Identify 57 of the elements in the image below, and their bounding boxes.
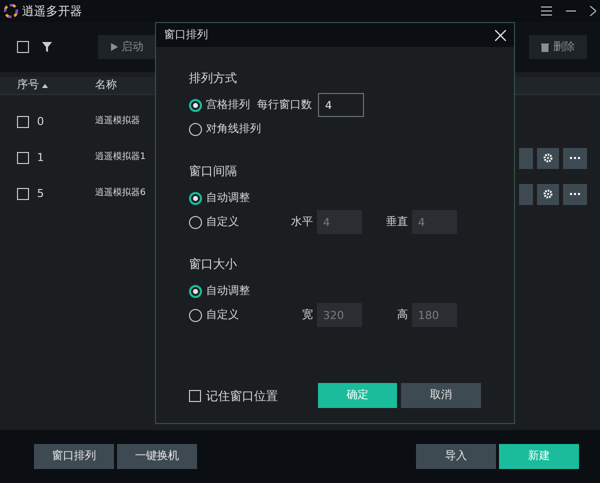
- radio-label[interactable]: 对角线排列: [206, 120, 261, 138]
- radio-label[interactable]: 自动调整: [206, 282, 250, 300]
- table-cell-text: 0: [37, 114, 45, 130]
- select-all-checkbox[interactable]: [17, 41, 29, 53]
- field-label: 宽: [302, 306, 313, 323]
- field-label: 高: [397, 306, 408, 323]
- table-cell-text: 逍遥模拟器6: [95, 187, 146, 200]
- radio-button[interactable]: [189, 122, 202, 136]
- settings-icon: [543, 153, 553, 163]
- table-cell-text: 逍遥模拟器1: [95, 151, 146, 164]
- table-cell-text: 逍遥模拟器: [95, 115, 140, 128]
- field-label: 每行窗口数: [257, 96, 312, 113]
- radio-button[interactable]: [189, 98, 202, 112]
- start-button[interactable]: 启动: [98, 35, 156, 59]
- radio-button[interactable]: [189, 192, 202, 204]
- radio-button[interactable]: [189, 284, 202, 298]
- field-label: 垂直: [386, 214, 408, 230]
- per-row-field[interactable]: 4: [318, 93, 364, 117]
- settings-icon: [543, 189, 553, 199]
- table-cell-text: 5: [37, 186, 45, 202]
- section-title: 窗口大小: [189, 256, 238, 273]
- column-header[interactable]: 序号: [17, 77, 95, 94]
- minimize-icon[interactable]: [566, 10, 576, 12]
- checkbox-label[interactable]: 记住窗口位置: [206, 386, 278, 404]
- remember-checkbox[interactable]: [189, 390, 201, 402]
- settings-button[interactable]: [537, 184, 559, 204]
- footer-button[interactable]: 一键换机: [117, 444, 197, 469]
- section-title: 排列方式: [189, 70, 238, 87]
- trash-icon: [541, 42, 549, 52]
- menu-icon[interactable]: [541, 6, 552, 16]
- radio-label[interactable]: 自动调整: [206, 190, 250, 206]
- column-header[interactable]: 名称: [95, 77, 117, 94]
- settings-button[interactable]: [537, 148, 559, 168]
- radio-label[interactable]: 自定义: [206, 306, 239, 324]
- play-icon: [110, 43, 118, 51]
- close-icon[interactable]: [495, 30, 506, 40]
- footer-button[interactable]: 窗口排列: [34, 444, 114, 469]
- radio-button[interactable]: [189, 216, 202, 228]
- app-title: 逍遥多开器: [22, 3, 82, 20]
- delete-button[interactable]: 删除: [529, 35, 587, 59]
- radio-label[interactable]: 宫格排列: [206, 96, 250, 114]
- row-checkbox[interactable]: [17, 188, 29, 200]
- import-button[interactable]: 导入: [416, 444, 496, 469]
- field-label: 水平: [291, 214, 313, 230]
- cancel-button[interactable]: 取消: [401, 383, 481, 408]
- row-checkbox[interactable]: [17, 116, 29, 128]
- more-button[interactable]: [563, 184, 587, 204]
- dialog-title: 窗口排列: [164, 26, 208, 43]
- filter-icon[interactable]: [42, 42, 52, 52]
- section-title: 窗口间隔: [189, 163, 238, 180]
- logo-icon: [4, 4, 18, 18]
- row-checkbox[interactable]: [17, 152, 29, 164]
- table-cell-text: 1: [37, 150, 45, 166]
- radio-button[interactable]: [189, 308, 202, 322]
- more-button[interactable]: [563, 148, 587, 168]
- radio-label[interactable]: 自定义: [206, 214, 239, 230]
- close-icon[interactable]: [590, 6, 596, 16]
